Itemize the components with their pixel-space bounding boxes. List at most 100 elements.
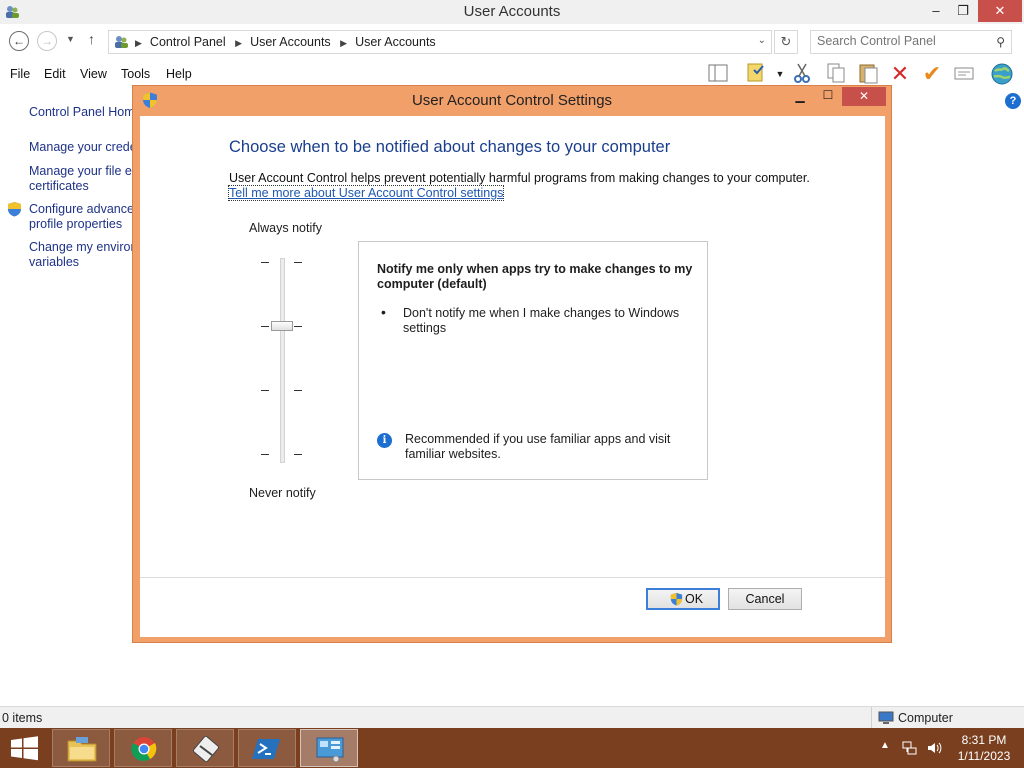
- breadcrumb: ▶ Control Panel ▶ User Accounts ▶ User Acco…: [135, 35, 442, 49]
- breadcrumb-user-accounts[interactable]: User Accounts: [250, 35, 331, 49]
- menu-tools[interactable]: Tools: [121, 67, 150, 81]
- delete-icon[interactable]: ✕: [888, 62, 912, 86]
- uac-settings-dialog: User Account Control Settings ▁ ☐ ✕ Choo…: [132, 85, 892, 643]
- folder-icon: [67, 737, 97, 762]
- volume-icon[interactable]: [926, 740, 942, 756]
- back-button[interactable]: ←: [9, 31, 29, 51]
- start-button[interactable]: [0, 728, 50, 768]
- link-line: variables: [29, 255, 80, 269]
- search-box[interactable]: ⚲: [810, 30, 1012, 54]
- refresh-button[interactable]: ↻: [774, 30, 798, 54]
- restore-button[interactable]: ❐: [950, 0, 976, 22]
- address-row: ← → ▼ ↑ ▶ Control Panel ▶ User Accounts ▶ U…: [0, 28, 1024, 56]
- divider: [140, 577, 885, 578]
- zone-indicator: Computer: [871, 707, 1021, 729]
- dialog-description: User Account Control helps prevent poten…: [229, 171, 810, 185]
- never-notify-label: Never notify: [249, 486, 316, 500]
- setting-description-box: Notify me only when apps try to make cha…: [358, 241, 708, 480]
- taskbar-app[interactable]: [176, 729, 234, 767]
- help-icon[interactable]: ?: [1005, 93, 1021, 109]
- slider-tick: [261, 390, 269, 391]
- dialog-body: Choose when to be notified about changes…: [140, 116, 885, 637]
- dialog-close-button[interactable]: ✕: [842, 87, 886, 106]
- forward-button[interactable]: →: [37, 31, 57, 51]
- window-title: User Accounts: [463, 3, 561, 20]
- shield-icon: [670, 592, 683, 606]
- slider-tick: [294, 262, 302, 263]
- link-line: certificates: [29, 179, 89, 193]
- taskbar-chrome[interactable]: [114, 729, 172, 767]
- slider-thumb[interactable]: [271, 321, 293, 331]
- dialog-titlebar: User Account Control Settings ▁ ☐ ✕: [133, 86, 891, 116]
- dialog-minimize-button[interactable]: ▁: [789, 89, 811, 107]
- taskbar-file-explorer[interactable]: [52, 729, 110, 767]
- status-bar: 0 items Computer: [0, 706, 1024, 729]
- menu-file[interactable]: File: [10, 67, 30, 81]
- copy-icon[interactable]: [824, 62, 848, 86]
- menu-view[interactable]: View: [80, 67, 107, 81]
- shield-icon: [8, 202, 21, 217]
- dialog-maximize-button[interactable]: ☐: [817, 88, 839, 106]
- recent-locations-dropdown[interactable]: ▼: [66, 34, 75, 44]
- cancel-button[interactable]: Cancel: [728, 588, 802, 610]
- breadcrumb-control-panel[interactable]: Control Panel: [150, 35, 226, 49]
- menu-edit[interactable]: Edit: [44, 67, 66, 81]
- minimize-button[interactable]: –: [922, 0, 950, 22]
- taskbar-control-panel[interactable]: [300, 729, 358, 767]
- dialog-heading: Choose when to be notified about changes…: [229, 138, 671, 156]
- up-button[interactable]: ↑: [88, 31, 95, 47]
- network-icon[interactable]: [902, 740, 918, 756]
- checkmark-icon[interactable]: ✔: [920, 62, 944, 86]
- taskbar: ▲ 8:31 PM 1/11/2023: [0, 728, 1024, 768]
- ok-button[interactable]: OK: [646, 588, 720, 610]
- chevron-down-icon[interactable]: ⌄: [758, 35, 766, 46]
- close-button[interactable]: ✕: [978, 0, 1022, 22]
- item-count: 0 items: [2, 711, 43, 725]
- taskbar-powershell[interactable]: [238, 729, 296, 767]
- address-bar[interactable]: ▶ Control Panel ▶ User Accounts ▶ User Acco…: [108, 30, 772, 54]
- slider-tick: [294, 390, 302, 391]
- powershell-icon: [252, 739, 280, 759]
- layout-pane-icon[interactable]: [706, 62, 730, 86]
- menu-help[interactable]: Help: [166, 67, 192, 81]
- show-hidden-icons-icon[interactable]: ▲: [880, 740, 890, 751]
- chevron-right-icon[interactable]: ▶: [235, 38, 242, 48]
- windows-logo-icon: [11, 736, 38, 761]
- search-icon[interactable]: ⚲: [996, 35, 1005, 49]
- slider-tick: [261, 454, 269, 455]
- chevron-right-icon[interactable]: ▶: [135, 38, 142, 48]
- zone-label: Computer: [898, 711, 953, 725]
- link-line: profile properties: [29, 217, 123, 231]
- app-icon: [192, 735, 220, 763]
- system-tray: ▲ 8:31 PM 1/11/2023: [864, 728, 1024, 768]
- learn-more-link[interactable]: Tell me more about User Account Control …: [227, 185, 505, 201]
- setting-title: Notify me only when apps try to make cha…: [377, 262, 693, 291]
- control-panel-icon: [316, 737, 344, 763]
- search-input[interactable]: [817, 34, 987, 48]
- slider-tick: [261, 326, 269, 327]
- change-environment-variables-link[interactable]: Change my environment variables: [29, 240, 135, 270]
- always-notify-label: Always notify: [249, 221, 322, 235]
- configure-advanced-profile-link[interactable]: Configure advanced user profile properti…: [29, 202, 135, 232]
- manage-encryption-link[interactable]: Manage your file encryption certificates: [29, 164, 135, 194]
- paste-icon[interactable]: [856, 62, 880, 86]
- dialog-title: User Account Control Settings: [411, 92, 613, 109]
- link-line: Manage your file encryption: [29, 164, 135, 178]
- info-icon: i: [377, 433, 392, 448]
- breadcrumb-user-accounts-current[interactable]: User Accounts: [355, 35, 436, 49]
- properties-icon[interactable]: [952, 62, 976, 86]
- bullet-icon: •: [381, 304, 386, 320]
- slider-tick: [294, 454, 302, 455]
- link-line: Configure advanced user: [29, 202, 135, 216]
- checklist-icon[interactable]: [744, 62, 768, 86]
- cut-icon[interactable]: [790, 62, 814, 86]
- clock[interactable]: 8:31 PM 1/11/2023: [948, 732, 1020, 764]
- notification-slider[interactable]: [280, 258, 285, 463]
- setting-bullet: Don't notify me when I make changes to W…: [403, 306, 680, 335]
- control-panel-home-link[interactable]: Control Panel Home: [29, 105, 135, 120]
- globe-icon[interactable]: [990, 62, 1014, 86]
- chevron-down-icon[interactable]: ▼: [768, 62, 792, 86]
- manage-credentials-link[interactable]: Manage your credentials: [29, 140, 135, 155]
- chevron-right-icon[interactable]: ▶: [340, 38, 347, 48]
- clock-time: 8:31 PM: [961, 733, 1007, 747]
